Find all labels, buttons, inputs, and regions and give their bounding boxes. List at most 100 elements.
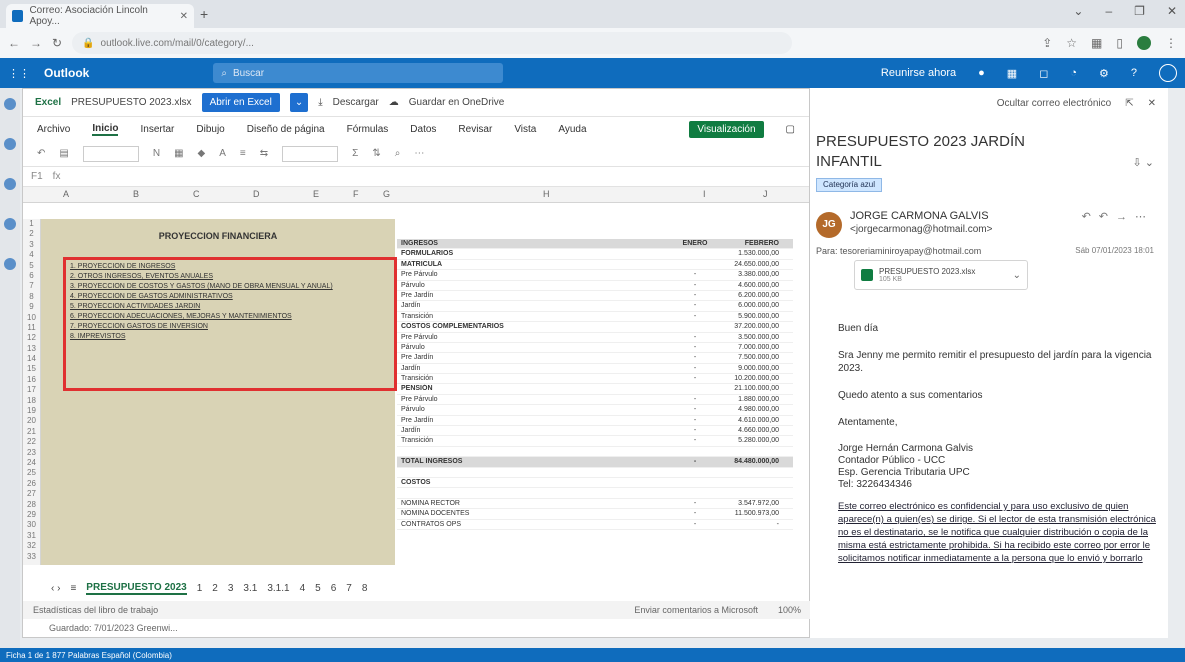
- people-icon[interactable]: [4, 178, 16, 190]
- row-number[interactable]: 21: [23, 427, 40, 437]
- row-number[interactable]: 26: [23, 479, 40, 489]
- find-icon[interactable]: ⌕: [395, 148, 401, 159]
- close-window-icon[interactable]: ✕: [1167, 4, 1177, 18]
- row-number[interactable]: 16: [23, 375, 40, 385]
- row-label[interactable]: NOMINA RECTOR: [397, 499, 667, 508]
- enero-value[interactable]: -: [667, 364, 723, 373]
- row-number[interactable]: 31: [23, 531, 40, 541]
- number-format-box[interactable]: [282, 145, 339, 162]
- sum-icon[interactable]: Σ: [352, 148, 358, 159]
- col-c[interactable]: C: [193, 189, 200, 199]
- febrero-value[interactable]: 10.200.000,00: [723, 374, 783, 383]
- febrero-value[interactable]: 7.000.000,00: [723, 343, 783, 352]
- font-color-icon[interactable]: A: [219, 148, 226, 159]
- febrero-value[interactable]: 3.500.000,00: [723, 333, 783, 342]
- row-label[interactable]: TOTAL INGRESOS: [397, 457, 667, 466]
- row-number[interactable]: 6: [23, 271, 40, 281]
- sheet-tab-8[interactable]: 8: [362, 583, 368, 594]
- onedrive-icon[interactable]: ☁: [389, 97, 399, 108]
- maximize-icon[interactable]: ❐: [1134, 4, 1145, 18]
- tab-datos[interactable]: Datos: [410, 124, 436, 135]
- febrero-value[interactable]: 9.000.000,00: [723, 364, 783, 373]
- bold-icon[interactable]: N: [153, 148, 160, 159]
- row-number[interactable]: 23: [23, 448, 40, 458]
- row-label[interactable]: Jardín: [397, 301, 667, 310]
- row-label[interactable]: Transición: [397, 312, 667, 321]
- forward-icon[interactable]: →: [30, 36, 42, 50]
- row-number[interactable]: 7: [23, 281, 40, 291]
- tab-vista[interactable]: Vista: [514, 124, 536, 135]
- row-number[interactable]: 9: [23, 302, 40, 312]
- enero-value[interactable]: -: [667, 426, 723, 435]
- enero-value[interactable]: [667, 322, 723, 331]
- mail-icon[interactable]: [4, 98, 16, 110]
- enero-value[interactable]: [667, 384, 723, 393]
- tab-dibujo[interactable]: Dibujo: [196, 124, 224, 135]
- gear-icon[interactable]: ⚙: [1099, 67, 1109, 80]
- enero-value[interactable]: [667, 249, 723, 258]
- more-icon[interactable]: ⋯: [414, 148, 424, 159]
- enero-value[interactable]: -: [667, 520, 723, 529]
- tab-ayuda[interactable]: Ayuda: [558, 124, 586, 135]
- tab-inicio[interactable]: Inicio: [92, 123, 119, 136]
- febrero-value[interactable]: [723, 468, 783, 477]
- link-gastos-administrativos[interactable]: 4. PROYECCION DE GASTOS ADMINISTRATIVOS: [70, 292, 390, 302]
- sidebar-icon[interactable]: ▯: [1116, 36, 1123, 50]
- row-label[interactable]: Pre Jardín: [397, 416, 667, 425]
- chat-icon[interactable]: ◻: [1039, 67, 1048, 80]
- tab-insertar[interactable]: Insertar: [140, 124, 174, 135]
- subject-actions[interactable]: ⇩ ⌄: [1133, 156, 1155, 169]
- febrero-value[interactable]: 7.500.000,00: [723, 353, 783, 362]
- febrero-value[interactable]: 4.600.000,00: [723, 281, 783, 290]
- col-b[interactable]: B: [133, 189, 139, 199]
- enero-value[interactable]: -: [667, 312, 723, 321]
- zoom-level[interactable]: 100%: [778, 605, 801, 615]
- row-label[interactable]: Jardín: [397, 364, 667, 373]
- workbook-stats[interactable]: Estadísticas del libro de trabajo: [33, 605, 158, 615]
- chevron-down-icon[interactable]: ⌄: [1013, 270, 1021, 281]
- febrero-value[interactable]: 84.480.000,00: [723, 457, 783, 466]
- sheet-tab-6[interactable]: 6: [331, 583, 337, 594]
- febrero-value[interactable]: 5.900.000,00: [723, 312, 783, 321]
- account-avatar[interactable]: [1159, 64, 1177, 82]
- tab-diseno[interactable]: Diseño de página: [247, 124, 325, 135]
- row-label[interactable]: Pre Jardín: [397, 291, 667, 300]
- col-j[interactable]: J: [763, 189, 768, 199]
- row-label[interactable]: PENSIÓN: [397, 384, 667, 393]
- link-gastos-inversion[interactable]: 7. PROYECCION GASTOS DE INVERSION: [70, 322, 390, 332]
- enero-value[interactable]: -: [667, 416, 723, 425]
- row-number[interactable]: 19: [23, 406, 40, 416]
- link-actividades-jardin[interactable]: 5. PROYECCION ACTIVIDADES JARDIN: [70, 302, 390, 312]
- febrero-value[interactable]: [723, 478, 783, 487]
- col-f[interactable]: F: [353, 189, 359, 199]
- row-number[interactable]: 2: [23, 229, 40, 239]
- sheet-tab-presupuesto[interactable]: PRESUPUESTO 2023: [86, 582, 187, 595]
- star-icon[interactable]: ☆: [1066, 36, 1077, 50]
- fill-color-icon[interactable]: ◆: [198, 148, 206, 159]
- row-number[interactable]: 27: [23, 489, 40, 499]
- row-label[interactable]: COSTOS COMPLEMENTARIOS: [397, 322, 667, 331]
- align-icon[interactable]: ≡: [240, 148, 246, 159]
- febrero-value[interactable]: 1.880.000,00: [723, 395, 783, 404]
- wrap-icon[interactable]: ⇆: [260, 148, 268, 159]
- download-icon[interactable]: ⤓: [318, 97, 322, 108]
- popout-icon[interactable]: ⇱: [1125, 98, 1133, 109]
- row-label[interactable]: Pre Párvulo: [397, 395, 667, 404]
- row-number[interactable]: 32: [23, 541, 40, 551]
- browser-tab[interactable]: Correo: Asociación Lincoln Apoy... ✕: [6, 4, 194, 28]
- enero-value[interactable]: -: [667, 333, 723, 342]
- cell-reference[interactable]: F1: [31, 171, 43, 182]
- row-number[interactable]: 4: [23, 250, 40, 260]
- row-number[interactable]: 15: [23, 364, 40, 374]
- comment-icon[interactable]: ▢: [786, 124, 795, 135]
- row-number[interactable]: 12: [23, 333, 40, 343]
- febrero-value[interactable]: 4.980.000,00: [723, 405, 783, 414]
- enero-value[interactable]: -: [667, 395, 723, 404]
- enero-value[interactable]: -: [667, 374, 723, 383]
- url-field[interactable]: 🔒 outlook.live.com/mail/0/category/...: [72, 32, 793, 54]
- sheet-tab-3[interactable]: 3: [228, 583, 234, 594]
- row-label[interactable]: Pre Jardín: [397, 353, 667, 362]
- row-number[interactable]: 10: [23, 313, 40, 323]
- view-mode-button[interactable]: Visualización: [689, 120, 764, 138]
- minimize-icon[interactable]: –: [1105, 4, 1112, 18]
